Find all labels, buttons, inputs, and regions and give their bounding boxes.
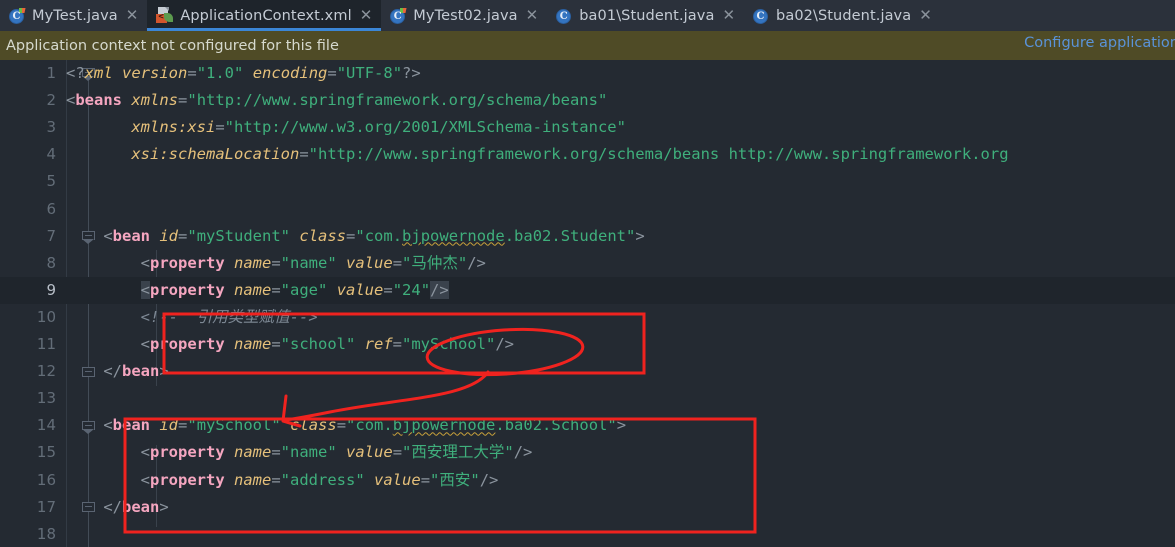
editor-tab-bar: C MyTest.java ✕ ApplicationContext.xml ✕… — [0, 0, 1175, 31]
line-number: 12 — [36, 362, 56, 381]
configure-application-link[interactable]: Configure application — [1024, 35, 1175, 51]
java-class-icon: C — [9, 7, 26, 24]
code-line[interactable]: 18 — [0, 521, 1175, 547]
code-editor[interactable]: 1 <?xml version="1.0" encoding="UTF-8"?>… — [0, 60, 1175, 547]
code-line[interactable]: 1 <?xml version="1.0" encoding="UTF-8"?> — [0, 60, 1175, 87]
tab-applicationcontext-xml[interactable]: ApplicationContext.xml ✕ — [147, 0, 382, 31]
line-number: 1 — [46, 64, 56, 82]
line-number: 15 — [36, 443, 56, 462]
application-context-banner: Application context not configured for t… — [0, 31, 1175, 60]
java-class-icon: C — [556, 8, 572, 24]
line-content: <!-- 引用类型赋值--> — [66, 307, 318, 326]
line-number: 14 — [36, 416, 56, 435]
line-number: 2 — [46, 91, 56, 110]
ide-editor-window: C MyTest.java ✕ ApplicationContext.xml ✕… — [0, 0, 1175, 547]
banner-message: Application context not configured for t… — [6, 37, 339, 54]
line-content: </bean> — [103, 362, 169, 381]
code-line[interactable]: 12 </bean> — [0, 358, 1175, 385]
line-number: 16 — [36, 470, 56, 489]
line-content: <property name="school" ref="mySchool"/> — [140, 335, 515, 353]
line-number: 10 — [36, 307, 56, 326]
code-line[interactable]: 2 <beans xmlns="http://www.springframewo… — [0, 87, 1175, 114]
code-line[interactable]: 6 — [0, 196, 1175, 223]
line-content: </bean> — [103, 497, 169, 516]
code-line[interactable]: 3 xmlns:xsi="http://www.w3.org/2001/XMLS… — [0, 114, 1175, 141]
tab-ba02-student-java[interactable]: C ba02\Student.java ✕ — [744, 0, 941, 31]
line-content: xmlns:xsi="http://www.w3.org/2001/XMLSch… — [131, 118, 626, 137]
tab-label: ba01\Student.java — [579, 7, 715, 24]
code-line[interactable]: 13 — [0, 385, 1175, 412]
line-number: 8 — [46, 253, 56, 272]
line-number: 7 — [46, 226, 56, 245]
line-number: 4 — [46, 145, 56, 164]
line-number: 11 — [36, 335, 56, 353]
tab-label: ba02\Student.java — [776, 7, 912, 24]
code-line[interactable]: 11 <property name="school" ref="mySchool… — [0, 331, 1175, 358]
tab-mytest02-java[interactable]: C MyTest02.java ✕ — [381, 0, 547, 31]
line-content: <bean id="mySchool" class="com.bjpowerno… — [103, 416, 627, 435]
code-line[interactable]: 15 <property name="name" value="西安理工大学"/… — [0, 439, 1175, 466]
line-number: 18 — [36, 524, 56, 543]
code-line[interactable]: 14 <bean id="mySchool" class="com.bjpowe… — [0, 412, 1175, 439]
line-content: <property name="name" value="马仲杰"/> — [140, 253, 486, 272]
code-line[interactable]: 8 <property name="name" value="马仲杰"/> — [0, 250, 1175, 277]
code-line[interactable]: 17 </bean> — [0, 494, 1175, 521]
tab-ba01-student-java[interactable]: C ba01\Student.java ✕ — [547, 0, 744, 31]
line-content: <property name="name" value="西安理工大学"/> — [140, 443, 533, 462]
close-icon[interactable]: ✕ — [360, 8, 373, 23]
code-line[interactable]: 7 <bean id="myStudent" class="com.bjpowe… — [0, 223, 1175, 250]
line-content: <property name="age" value="24"/> — [140, 280, 449, 299]
line-number: 3 — [46, 118, 56, 137]
tab-label: MyTest02.java — [413, 7, 518, 24]
tab-label: MyTest.java — [32, 7, 118, 24]
close-icon[interactable]: ✕ — [526, 8, 539, 23]
line-content: xsi:schemaLocation="http://www.springfra… — [131, 145, 1009, 164]
line-content: <beans xmlns="http://www.springframework… — [66, 91, 608, 110]
tab-mytest-java[interactable]: C MyTest.java ✕ — [0, 0, 147, 31]
close-icon[interactable]: ✕ — [722, 8, 735, 23]
line-content: <bean id="myStudent" class="com.bjpowern… — [103, 226, 645, 245]
code-line[interactable]: 10 <!-- 引用类型赋值--> — [0, 304, 1175, 331]
line-number: 5 — [46, 172, 56, 191]
spring-xml-icon — [156, 7, 174, 24]
line-content: <?xml version="1.0" encoding="UTF-8"?> — [66, 64, 421, 82]
java-class-icon: C — [390, 7, 407, 24]
tab-label: ApplicationContext.xml — [180, 7, 352, 24]
java-class-icon: C — [753, 8, 769, 24]
code-line-current[interactable]: 9 <property name="age" value="24"/> — [0, 276, 1175, 304]
line-number: 9 — [46, 280, 56, 299]
code-line[interactable]: 16 <property name="address" value="西安"/> — [0, 467, 1175, 494]
close-icon[interactable]: ✕ — [126, 8, 139, 23]
code-line[interactable]: 4 xsi:schemaLocation="http://www.springf… — [0, 141, 1175, 168]
line-number: 13 — [36, 389, 56, 408]
code-line[interactable]: 5 — [0, 168, 1175, 195]
close-icon[interactable]: ✕ — [919, 8, 932, 23]
line-number: 6 — [46, 199, 56, 218]
line-number: 17 — [36, 497, 56, 516]
line-content: <property name="address" value="西安"/> — [140, 470, 499, 489]
